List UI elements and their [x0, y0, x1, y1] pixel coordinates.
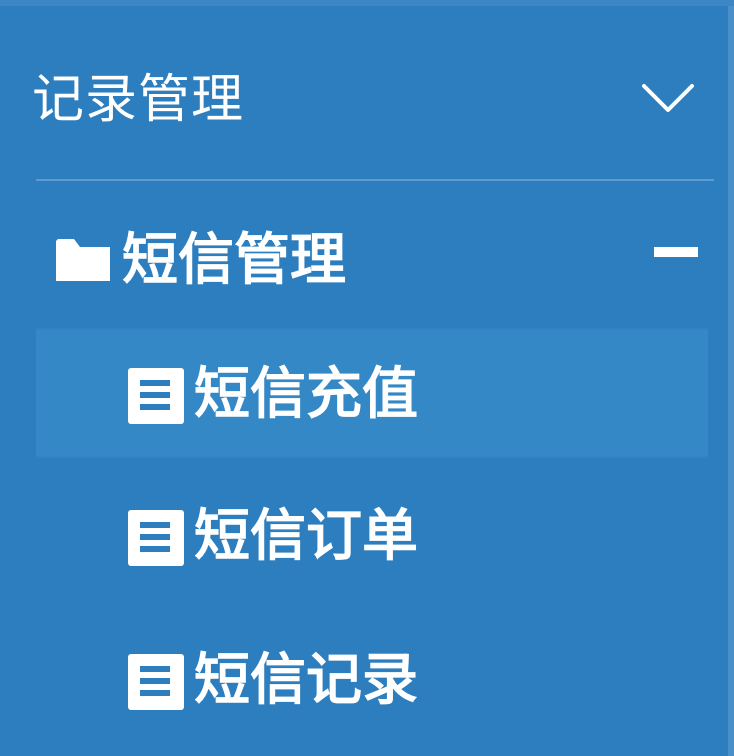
menu-item-sms-orders[interactable]: 短信订单	[36, 472, 708, 602]
menu-item-sms-recharge[interactable]: 短信充值	[36, 328, 708, 458]
sidebar-panel: 记录管理 短信管理 短信充值 短信订单 短信记录	[0, 0, 734, 756]
document-icon	[128, 510, 184, 566]
section-header-record-management[interactable]: 记录管理	[0, 54, 734, 144]
menu-item-label: 短信充值	[194, 362, 418, 427]
minus-icon[interactable]	[654, 247, 698, 257]
document-icon	[128, 654, 184, 710]
group-label: 短信管理	[122, 228, 346, 293]
document-icon	[128, 368, 184, 424]
section-divider	[36, 179, 714, 181]
menu-item-sms-records[interactable]: 短信记录	[36, 616, 708, 746]
menu-item-label: 短信记录	[194, 648, 418, 713]
menu-item-label: 短信订单	[194, 504, 418, 569]
folder-icon	[56, 239, 110, 281]
group-header-sms-management[interactable]: 短信管理	[0, 220, 734, 300]
section-title: 记录管理	[32, 70, 245, 130]
chevron-down-icon[interactable]	[640, 78, 696, 118]
